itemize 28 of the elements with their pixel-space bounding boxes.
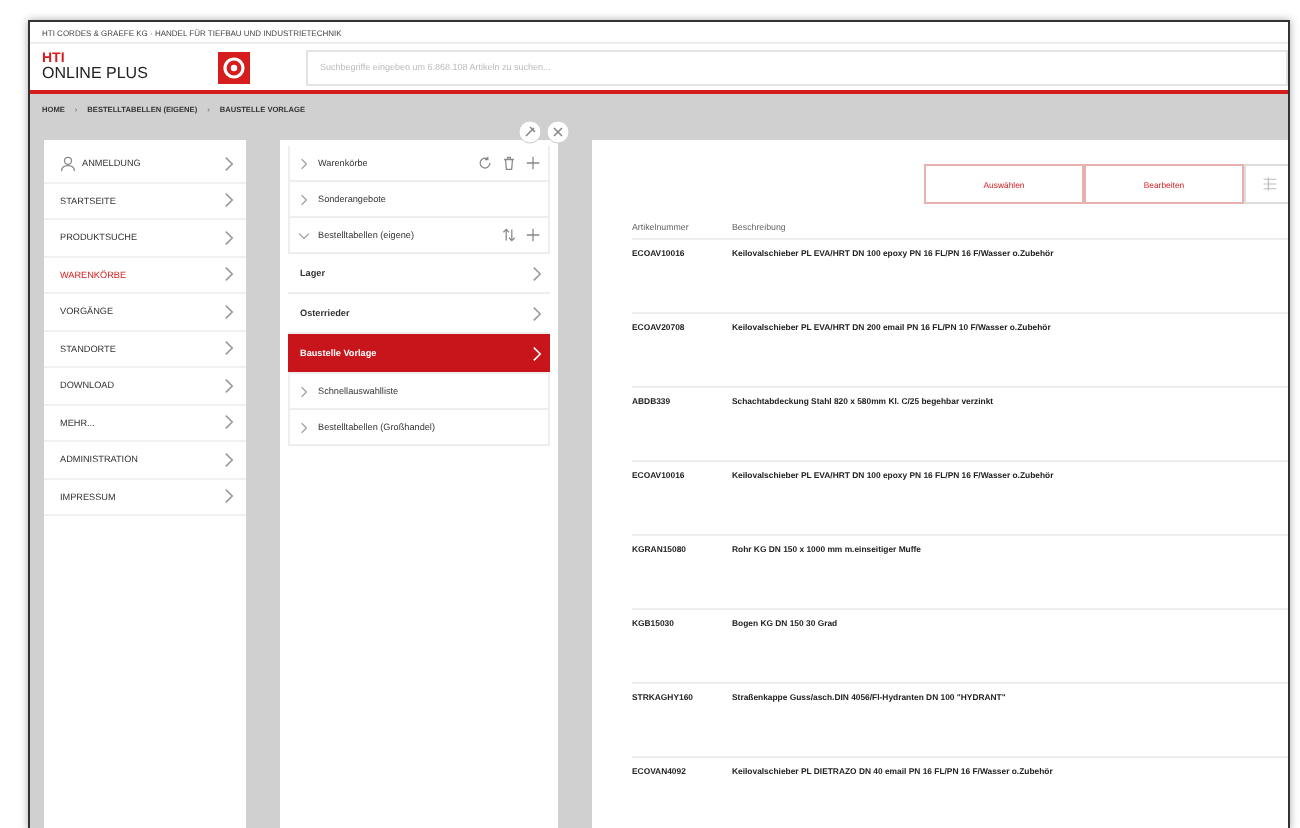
chevron-right-icon <box>224 488 234 505</box>
refresh-icon[interactable] <box>478 156 492 170</box>
close-icon[interactable] <box>546 120 570 144</box>
chevron-right-icon <box>224 340 234 357</box>
chevron-right-icon <box>298 157 310 169</box>
chevron-right-icon <box>224 451 234 468</box>
pin-icon[interactable] <box>518 120 542 144</box>
chevron-right-icon <box>224 414 234 431</box>
chevron-down-icon <box>298 229 310 241</box>
chevron-right-icon <box>532 265 542 281</box>
user-icon <box>60 155 76 172</box>
chevron-right-icon <box>224 303 234 320</box>
trash-icon[interactable] <box>502 156 516 170</box>
chevron-right-icon <box>532 345 542 361</box>
chevron-right-icon <box>224 377 234 394</box>
chevron-right-icon <box>224 192 234 209</box>
chevron-right-icon <box>532 305 542 321</box>
grid-icon <box>1262 176 1278 192</box>
chevron-right-icon <box>298 385 310 397</box>
add-icon[interactable] <box>526 228 540 242</box>
logo-icon <box>218 51 250 84</box>
chevron-right-icon <box>298 421 310 433</box>
chevron-right-icon <box>224 229 234 246</box>
add-icon[interactable] <box>526 156 540 170</box>
chevron-right-icon <box>224 266 234 283</box>
chevron-right-icon <box>224 155 234 172</box>
chevron-right-icon <box>298 193 310 205</box>
sort-icon[interactable] <box>502 228 516 242</box>
